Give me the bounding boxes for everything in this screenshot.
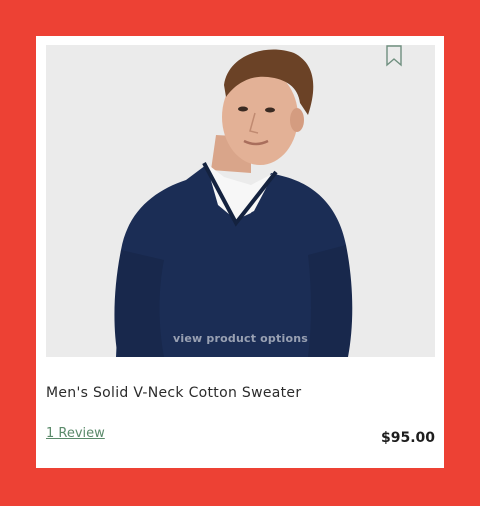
bookmark-icon[interactable] [385, 45, 403, 67]
product-image[interactable]: view product options [46, 45, 435, 357]
product-price: $95.00 [380, 430, 435, 446]
view-options-overlay[interactable]: view product options [46, 332, 435, 345]
review-link[interactable]: 1 Review [46, 426, 105, 441]
product-title[interactable]: Men's Solid V-Neck Cotton Sweater [46, 385, 301, 401]
product-card[interactable]: view product options Men's Solid V-Neck … [36, 36, 444, 468]
model-photo [114, 49, 353, 357]
